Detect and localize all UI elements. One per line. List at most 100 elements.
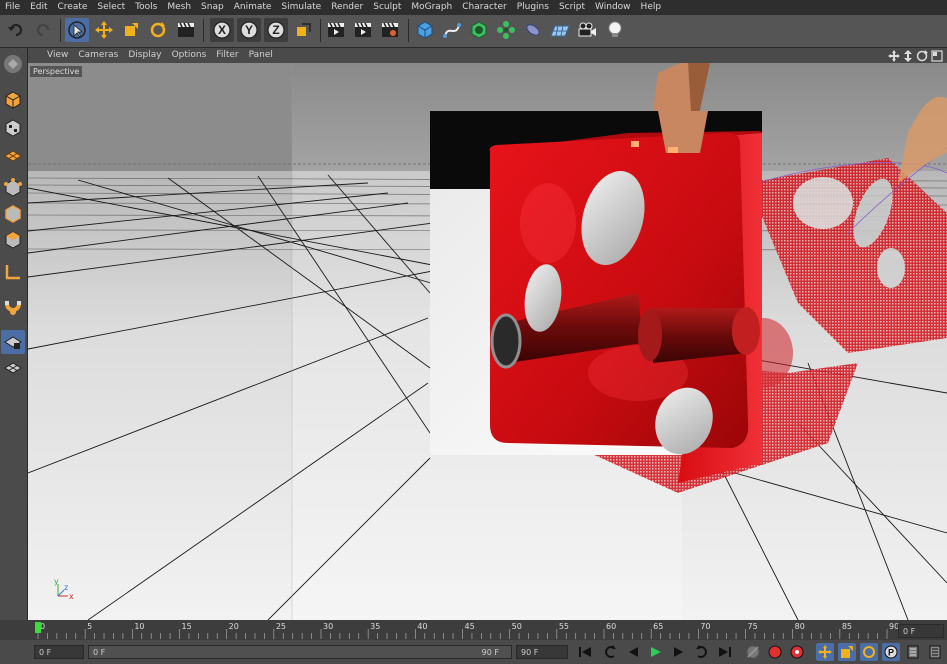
- current-frame-field[interactable]: 0 F: [898, 624, 944, 638]
- svg-text:Y: Y: [245, 23, 253, 37]
- menu-select[interactable]: Select: [92, 0, 130, 15]
- cube-object-button[interactable]: [413, 18, 437, 42]
- move-tool-button[interactable]: [92, 18, 116, 42]
- menu-file[interactable]: File: [0, 0, 25, 15]
- toggle-layout-icon[interactable]: [931, 49, 943, 62]
- playback-controls: 0 F 0 F 90 F 90 F P: [0, 640, 947, 664]
- spline-button[interactable]: [440, 18, 464, 42]
- timeline-menu-button[interactable]: [926, 643, 944, 661]
- menu-plugins[interactable]: Plugins: [512, 0, 554, 15]
- viewport-solo-button[interactable]: [1, 330, 25, 354]
- menu-render[interactable]: Render: [326, 0, 368, 15]
- pan-view-icon[interactable]: [888, 49, 900, 62]
- autokey-record-icon: [768, 645, 782, 659]
- menu-snap[interactable]: Snap: [196, 0, 229, 15]
- main-toolbar: X Y Z: [0, 15, 947, 48]
- menu-window[interactable]: Window: [590, 0, 636, 15]
- rotation-key-button[interactable]: [860, 643, 878, 661]
- render-view-button[interactable]: [324, 18, 348, 42]
- svg-text:y: y: [54, 577, 59, 586]
- edges-mode-icon: [5, 205, 21, 223]
- scale-tool-button[interactable]: [119, 18, 143, 42]
- next-key-button[interactable]: [693, 643, 711, 661]
- rotate-tool-button[interactable]: [146, 18, 170, 42]
- axis-y-lock-button[interactable]: Y: [237, 18, 261, 42]
- deformer-button[interactable]: [521, 18, 545, 42]
- menu-animate[interactable]: Animate: [229, 0, 277, 15]
- points-mode-button[interactable]: [1, 176, 25, 200]
- menu-tools[interactable]: Tools: [130, 0, 162, 15]
- play-forward-button[interactable]: [647, 643, 665, 661]
- recent-tools-button[interactable]: [174, 18, 198, 42]
- render-picture-viewer-button[interactable]: [351, 18, 375, 42]
- texture-mode-button[interactable]: [1, 116, 25, 140]
- menu-character[interactable]: Character: [457, 0, 511, 15]
- axis-mode-icon: [5, 265, 20, 280]
- array-button[interactable]: [494, 18, 518, 42]
- select-tool-button[interactable]: [65, 18, 89, 42]
- snap-icon: [4, 362, 22, 374]
- position-key-button[interactable]: [816, 643, 834, 661]
- menu-mesh[interactable]: Mesh: [162, 0, 196, 15]
- previous-key-button[interactable]: [601, 643, 619, 661]
- axis-mode-button[interactable]: [1, 260, 25, 284]
- coordinate-system-icon: [297, 23, 311, 36]
- point-level-icon: [907, 645, 919, 659]
- make-editable-button[interactable]: [1, 52, 25, 76]
- record-active-objects-button[interactable]: [744, 643, 762, 661]
- redo-button[interactable]: [31, 18, 55, 42]
- preview-range-slider[interactable]: 0 F 90 F: [88, 645, 512, 659]
- menu-mograph[interactable]: MoGraph: [406, 0, 457, 15]
- timeline-ruler[interactable]: 0 5 10 15 20 25 30 35 40 45 50 55 60 65 70 75 80 85 90 0 F: [0, 620, 947, 640]
- viewport-menu-display[interactable]: Display: [123, 48, 166, 63]
- light-button[interactable]: [603, 18, 627, 42]
- axis-x-lock-button[interactable]: X: [210, 18, 234, 42]
- viewport-menu-panel[interactable]: Panel: [244, 48, 278, 63]
- zoom-view-icon[interactable]: [903, 49, 913, 62]
- enable-snap-button[interactable]: [1, 356, 25, 380]
- end-frame-field[interactable]: 90 F: [516, 645, 568, 659]
- keyframe-selection-button[interactable]: [788, 643, 806, 661]
- floor-button[interactable]: [548, 18, 572, 42]
- viewport-menu-filter[interactable]: Filter: [211, 48, 243, 63]
- render-settings-button[interactable]: [378, 18, 402, 42]
- previous-key-icon: [605, 645, 616, 658]
- polygons-mode-icon: [5, 231, 21, 249]
- edges-mode-button[interactable]: [1, 202, 25, 226]
- viewport-menu-view[interactable]: View: [42, 48, 73, 63]
- go-to-end-button[interactable]: [716, 643, 734, 661]
- previous-frame-button[interactable]: [624, 643, 642, 661]
- scale-key-button[interactable]: [838, 643, 856, 661]
- menu-sculpt[interactable]: Sculpt: [368, 0, 406, 15]
- menu-script[interactable]: Script: [554, 0, 590, 15]
- cube-icon: [417, 21, 433, 39]
- viewport-menu-options[interactable]: Options: [167, 48, 212, 63]
- go-to-start-button[interactable]: [576, 643, 594, 661]
- parameter-key-button[interactable]: P: [882, 643, 900, 661]
- autokeying-button[interactable]: [766, 643, 784, 661]
- menu-simulate[interactable]: Simulate: [276, 0, 326, 15]
- deformer-icon: [526, 24, 540, 36]
- workplane-mode-button[interactable]: [1, 144, 25, 168]
- perspective-viewport[interactable]: x y z: [28, 63, 947, 620]
- current-frame-marker[interactable]: [35, 622, 41, 633]
- undo-button[interactable]: [4, 18, 28, 42]
- light-bulb-icon: [608, 21, 622, 37]
- points-mode-icon: [4, 178, 22, 197]
- axis-x-icon: X: [213, 21, 231, 39]
- point-level-animation-button[interactable]: [904, 643, 922, 661]
- viewport-menu-cameras[interactable]: Cameras: [73, 48, 123, 63]
- polygons-mode-button[interactable]: [1, 228, 25, 252]
- start-frame-field[interactable]: 0 F: [34, 645, 84, 659]
- axis-z-lock-button[interactable]: Z: [264, 18, 288, 42]
- menu-create[interactable]: Create: [53, 0, 93, 15]
- next-frame-button[interactable]: [670, 643, 688, 661]
- menu-edit[interactable]: Edit: [25, 0, 52, 15]
- coordinate-system-button[interactable]: [291, 18, 315, 42]
- model-mode-button[interactable]: [1, 88, 25, 112]
- rotate-view-icon[interactable]: [916, 49, 928, 62]
- camera-button[interactable]: [575, 18, 599, 42]
- subdivision-surface-button[interactable]: [467, 18, 491, 42]
- menu-help[interactable]: Help: [636, 0, 667, 15]
- tweak-mode-button[interactable]: [1, 296, 25, 320]
